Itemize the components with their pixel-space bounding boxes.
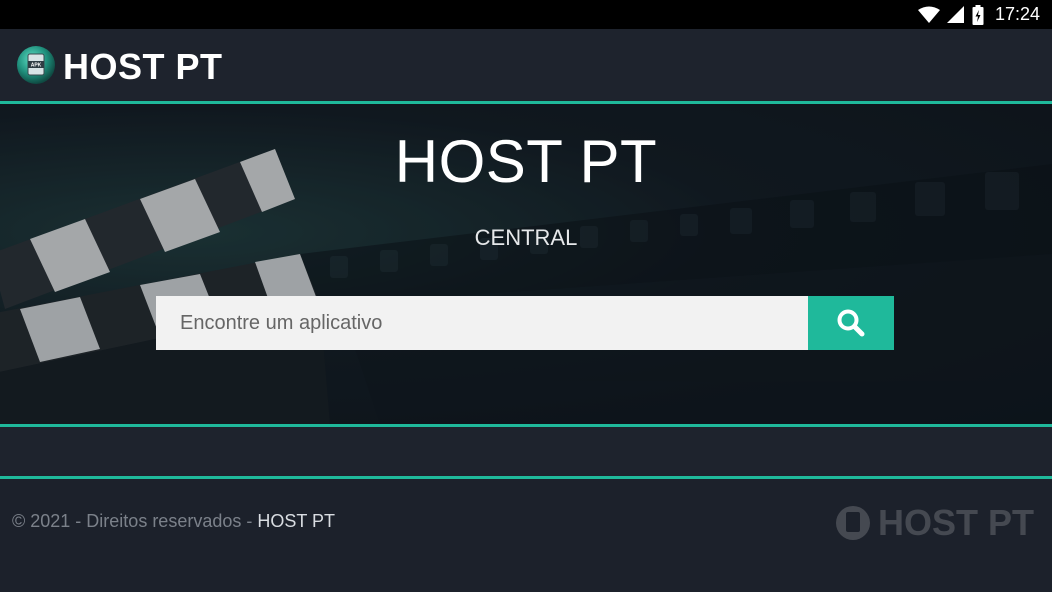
battery-icon bbox=[972, 4, 984, 25]
apk-logo-icon[interactable]: APK bbox=[16, 45, 56, 85]
header-title[interactable]: HOST PT bbox=[63, 47, 223, 87]
signal-icon bbox=[946, 5, 964, 23]
hero-banner: HOST PT CENTRAL bbox=[0, 104, 1052, 424]
apk-logo-label: APK bbox=[31, 63, 42, 69]
app-header: APK HOST PT bbox=[0, 29, 1052, 101]
copyright-text: © 2021 - Direitos reservados - bbox=[12, 511, 258, 531]
search-input[interactable] bbox=[156, 296, 808, 350]
footer-logo-text: HOST PT bbox=[877, 502, 1034, 543]
status-time: 17:24 bbox=[994, 4, 1040, 24]
status-bar: 17:24 bbox=[0, 0, 1052, 29]
content-band bbox=[0, 427, 1052, 476]
search-button[interactable] bbox=[808, 296, 894, 350]
wifi-icon bbox=[917, 6, 940, 23]
apk-logo-icon bbox=[835, 506, 870, 540]
hero-title: HOST PT bbox=[394, 128, 658, 195]
status-icons: 17:24 bbox=[917, 0, 1040, 29]
footer: © 2021 - Direitos reservados - HOST PT H… bbox=[0, 479, 1052, 592]
footer-logo: HOST PT bbox=[835, 502, 1034, 543]
search-icon bbox=[837, 309, 865, 337]
footer-copyright: © 2021 - Direitos reservados - HOST PT bbox=[12, 511, 335, 532]
hero-subtitle: CENTRAL bbox=[474, 225, 578, 250]
footer-brand-link[interactable]: HOST PT bbox=[257, 511, 335, 531]
